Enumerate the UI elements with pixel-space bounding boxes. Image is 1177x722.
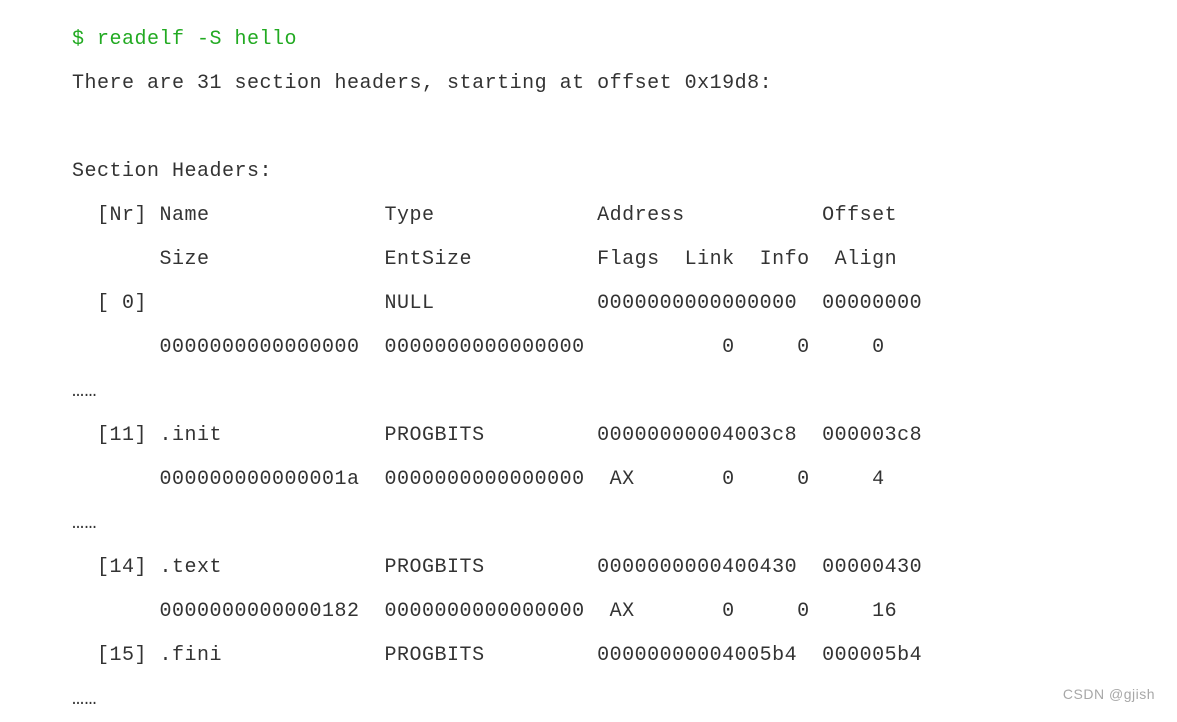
ellipsis: …… — [72, 512, 97, 535]
header-row-2: Size EntSize Flags Link Info Align — [72, 248, 897, 271]
intro-line: There are 31 section headers, starting a… — [72, 72, 772, 95]
section-row-0-line1: [ 0] NULL 0000000000000000 00000000 — [72, 292, 922, 315]
section-row-11-line2: 000000000000001a 0000000000000000 AX 0 0… — [72, 468, 885, 491]
ellipsis: …… — [72, 688, 97, 711]
command-line: $ readelf -S hello — [72, 28, 297, 51]
header-row-1: [Nr] Name Type Address Offset — [72, 204, 897, 227]
ellipsis: …… — [72, 380, 97, 403]
section-row-14-line2: 0000000000000182 0000000000000000 AX 0 0… — [72, 600, 897, 623]
section-row-15-line1: [15] .fini PROGBITS 00000000004005b4 000… — [72, 644, 922, 667]
section-row-14-line1: [14] .text PROGBITS 0000000000400430 000… — [72, 556, 922, 579]
watermark: CSDN @gjish — [1063, 686, 1155, 702]
section-row-11-line1: [11] .init PROGBITS 00000000004003c8 000… — [72, 424, 922, 447]
section-headers-title: Section Headers: — [72, 160, 272, 183]
terminal-output: $ readelf -S hello There are 31 section … — [0, 0, 1177, 722]
section-row-0-line2: 0000000000000000 0000000000000000 0 0 0 — [72, 336, 885, 359]
